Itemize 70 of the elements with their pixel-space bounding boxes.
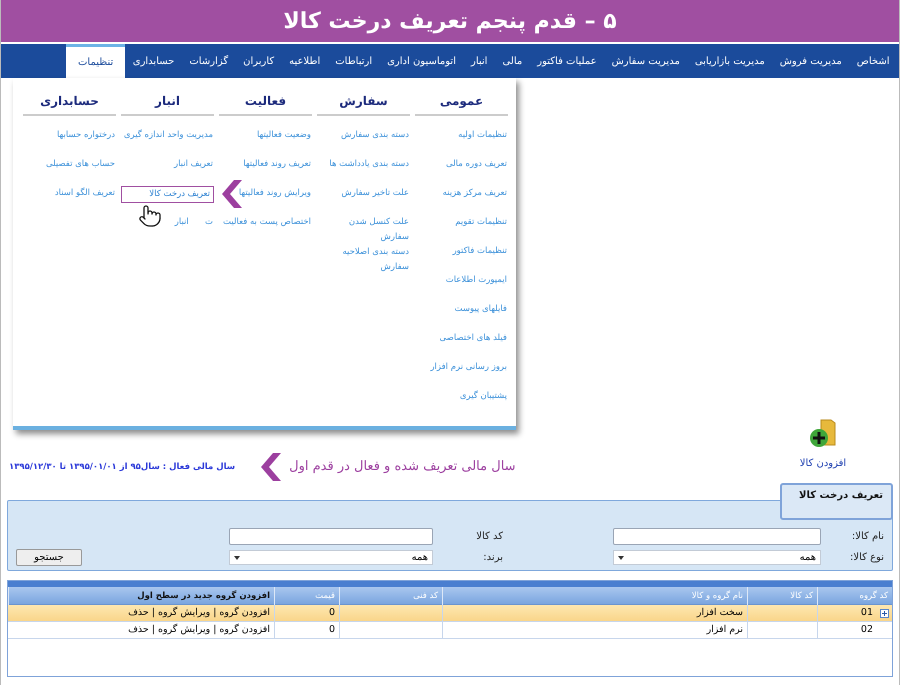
- menu-link[interactable]: تعریف انبار: [121, 157, 214, 172]
- table-cell-text: 01: [860, 606, 874, 620]
- menu-heading: عمومی: [415, 92, 508, 116]
- menu-link[interactable]: فیلد های اختصاصی: [415, 331, 508, 346]
- menu-link[interactable]: تعریف دوره مالی: [415, 157, 508, 172]
- search-button[interactable]: جستجو: [16, 549, 82, 566]
- menu-heading: فعالیت: [219, 92, 312, 116]
- dropdown[interactable]: همه: [613, 550, 821, 565]
- menu-link[interactable]: پشتیبان گیری: [415, 389, 508, 404]
- nav-tab[interactable]: مدیریت بازاریابی: [687, 44, 772, 78]
- menu-link[interactable]: حساب های تفصیلی: [23, 157, 116, 172]
- action-link[interactable]: افزودن گروه: [219, 606, 270, 620]
- arrow-icon: [261, 453, 282, 481]
- action-link[interactable]: افزودن گروه: [219, 622, 270, 638]
- expand-icon[interactable]: [880, 608, 889, 618]
- menu-link[interactable]: تنظیمات اولیه: [415, 128, 508, 143]
- panel-tab[interactable]: تعریف درخت کالا: [780, 483, 893, 520]
- separator-text: |: [152, 622, 155, 637]
- caret-icon: [234, 556, 240, 560]
- table-cell-text: نرم افزار: [706, 622, 743, 637]
- menu-heading: حسابداری: [23, 92, 116, 116]
- nav-tab[interactable]: مالی: [494, 44, 530, 78]
- table-cell-text: سخت افزار: [696, 606, 743, 620]
- field-label: برند:: [482, 551, 503, 565]
- nav-tab[interactable]: عملیات فاکتور: [530, 44, 604, 78]
- nav-tab[interactable]: تنظیمات: [66, 44, 126, 78]
- nav-tab[interactable]: انبار: [464, 44, 495, 78]
- action-link[interactable]: ویرایش گروه: [158, 606, 210, 620]
- menu-link[interactable]: تنظیمات تقویم: [415, 215, 508, 230]
- add-item-button[interactable]: افزودن کالا: [783, 418, 863, 471]
- field-label: نوع کالا:: [849, 551, 884, 565]
- separator-text: |: [213, 606, 216, 620]
- menu-link[interactable]: تنظیمات فاکتور: [415, 244, 508, 259]
- nav-tab[interactable]: مدیریت فروش: [772, 44, 850, 78]
- caret-icon: [618, 556, 624, 560]
- nav-tab[interactable]: گزارشات: [182, 44, 236, 78]
- nav-tab[interactable]: مدیریت سفارش: [604, 44, 688, 78]
- menu-heading: انبار: [121, 92, 214, 116]
- field-label: کد کالا: [475, 530, 503, 544]
- input-field[interactable]: [229, 528, 433, 545]
- menu-link[interactable]: تعریف درخت کالا: [121, 186, 214, 203]
- menu-link[interactable]: ت انبار: [121, 215, 214, 230]
- menu-link[interactable]: علت تاخیر سفارش: [317, 186, 410, 201]
- menu-link[interactable]: فایلهای پیوست: [415, 302, 508, 317]
- nav-tab[interactable]: اشخاص: [849, 44, 897, 78]
- hint-text: سال مالی تعریف شده و فعال در قدم اول: [289, 458, 516, 476]
- menu-link[interactable]: تعریف الگو اسناد: [23, 186, 116, 201]
- nav-tab[interactable]: کاربران: [236, 44, 282, 78]
- nav-tab[interactable]: حسابداری: [125, 44, 182, 78]
- action-link[interactable]: حذف: [128, 606, 149, 620]
- nav-tab[interactable]: اتوماسیون اداری: [380, 44, 464, 78]
- table-cell-text: 0: [328, 606, 335, 620]
- menu-link[interactable]: تعریف مرکز هزینه: [415, 186, 508, 201]
- separator-text: |: [213, 622, 216, 637]
- table-cell-text: 0: [328, 622, 335, 637]
- field-label: نام کالا:: [850, 530, 884, 544]
- nav-tab[interactable]: اطلاعیه: [282, 44, 328, 78]
- dropdown[interactable]: همه: [229, 550, 433, 565]
- menu-heading: سفارش: [317, 92, 410, 116]
- page-title: ۵ – قدم پنجم تعریف درخت کالا: [283, 8, 617, 36]
- table-cell-text: 02: [860, 622, 874, 637]
- action-link[interactable]: ویرایش گروه: [158, 622, 210, 638]
- nav-tab[interactable]: ارتباطات: [328, 44, 380, 78]
- menu-link[interactable]: اختصاص پست به فعالیت: [219, 215, 312, 230]
- menu-link[interactable]: ایمپورت اطلاعات: [415, 273, 508, 288]
- input-field[interactable]: [613, 528, 821, 545]
- menu-link[interactable]: علت کنسل شدن سفارش: [317, 215, 410, 245]
- action-link[interactable]: حذف: [128, 622, 149, 638]
- separator-text: |: [152, 606, 155, 620]
- fiscal-year-text: سال مالی فعال : سال۹۵ از ۱۳۹۵/۰۱/۰۱ تا ۱۳۹۵/۱۲/۳۰: [9, 460, 236, 474]
